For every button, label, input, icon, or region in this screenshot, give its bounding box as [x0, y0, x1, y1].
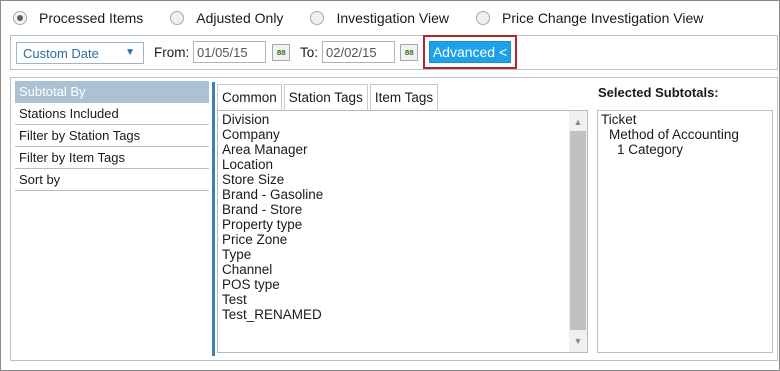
scroll-up-icon[interactable]: ▲: [569, 114, 587, 130]
list-item[interactable]: Location: [222, 157, 323, 172]
view-radio-group: Processed Items Adjusted Only Investigat…: [13, 9, 730, 27]
panel-divider: [212, 82, 215, 356]
radio-button[interactable]: [170, 11, 185, 25]
list-item[interactable]: POS type: [222, 277, 323, 292]
selected-subtotal-item[interactable]: Ticket: [601, 112, 637, 127]
from-label: From:: [154, 45, 190, 60]
list-item[interactable]: Area Manager: [222, 142, 323, 157]
radio-label: Investigation View: [336, 10, 450, 26]
list-item[interactable]: Store Size: [222, 172, 323, 187]
advanced-highlight-box: Advanced <: [423, 35, 517, 69]
from-calendar-button[interactable]: 88: [272, 44, 290, 61]
radio-button[interactable]: [476, 11, 491, 25]
radio-price-change-investigation-view[interactable]: Price Change Investigation View: [476, 10, 703, 26]
advanced-button[interactable]: Advanced <: [429, 41, 511, 63]
radio-button-checked[interactable]: [13, 11, 27, 25]
to-date-input[interactable]: [323, 42, 394, 62]
radio-adjusted-only[interactable]: Adjusted Only: [170, 10, 283, 26]
radio-label: Price Change Investigation View: [502, 10, 704, 26]
sidebar-item-stations-included[interactable]: Stations Included: [15, 103, 209, 125]
from-date-input[interactable]: [194, 42, 265, 62]
caret-down-icon: ▼: [125, 47, 135, 58]
vertical-scrollbar[interactable]: ▲ ▼: [569, 111, 587, 352]
selected-subtotal-item[interactable]: Method of Accounting: [609, 127, 739, 142]
list-item[interactable]: Property type: [222, 217, 323, 232]
list-item[interactable]: Brand - Store: [222, 202, 323, 217]
sidebar: Subtotal By Stations Included Filter by …: [15, 81, 209, 191]
sidebar-item-filter-by-station-tags[interactable]: Filter by Station Tags: [15, 125, 209, 147]
list-item[interactable]: Price Zone: [222, 232, 323, 247]
list-item[interactable]: Channel: [222, 262, 323, 277]
date-filter-bar: Custom Date ▼ From: 88 To: 88 Advanced <: [10, 35, 778, 70]
sidebar-item-filter-by-item-tags[interactable]: Filter by Item Tags: [15, 147, 209, 169]
window-frame: Processed Items Adjusted Only Investigat…: [0, 0, 780, 371]
selected-subtotals-list[interactable]: Ticket Method of Accounting 1 Category: [597, 110, 773, 353]
tag-tabs: Common Station Tags Item Tags: [217, 84, 440, 110]
list-item[interactable]: Test: [222, 292, 323, 307]
to-date-field[interactable]: [322, 41, 395, 63]
calendar-icon: 88: [404, 48, 414, 57]
scroll-down-icon[interactable]: ▼: [569, 333, 587, 349]
calendar-icon: 88: [276, 48, 286, 57]
from-date-field[interactable]: [193, 41, 266, 63]
list-item[interactable]: Division: [222, 112, 323, 127]
scrollbar-thumb[interactable]: [570, 131, 586, 330]
radio-label: Processed Items: [39, 10, 144, 26]
tab-item-tags[interactable]: Item Tags: [369, 84, 439, 110]
list-item[interactable]: Type: [222, 247, 323, 262]
sidebar-item-subtotal-by[interactable]: Subtotal By: [15, 81, 209, 103]
date-range-select[interactable]: Custom Date ▼: [16, 42, 144, 64]
radio-investigation-view[interactable]: Investigation View: [310, 10, 449, 26]
list-item[interactable]: Test_RENAMED: [222, 307, 323, 322]
tab-station-tags[interactable]: Station Tags: [283, 84, 368, 110]
radio-button[interactable]: [310, 11, 325, 25]
selected-subtotals-title: Selected Subtotals:: [598, 85, 719, 100]
to-calendar-button[interactable]: 88: [400, 44, 418, 61]
list-item[interactable]: Company: [222, 127, 323, 142]
selected-subtotal-item[interactable]: 1 Category: [617, 142, 683, 157]
radio-label: Adjusted Only: [196, 10, 284, 26]
radio-processed-items[interactable]: Processed Items: [13, 10, 143, 26]
list-item[interactable]: Brand - Gasoline: [222, 187, 323, 202]
date-range-value: Custom Date: [23, 46, 99, 61]
to-label: To:: [300, 45, 319, 60]
station-tags-items: Division Company Area Manager Location S…: [222, 112, 323, 322]
tab-common[interactable]: Common: [217, 84, 282, 110]
station-tags-list[interactable]: Division Company Area Manager Location S…: [217, 110, 588, 353]
sidebar-item-sort-by[interactable]: Sort by: [15, 169, 209, 191]
subtotal-panel: Subtotal By Stations Included Filter by …: [10, 77, 778, 361]
